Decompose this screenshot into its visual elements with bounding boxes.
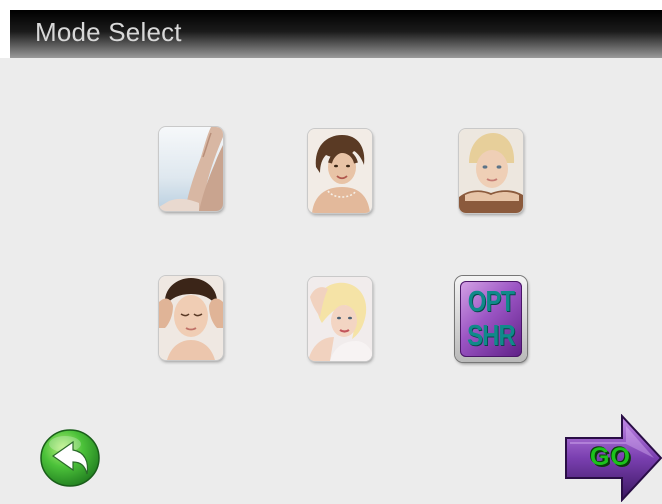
go-arrow-icon [565,414,662,502]
mode-button-legs[interactable] [159,127,223,211]
top-margin [0,0,662,10]
mode-button-blonde[interactable] [308,277,372,361]
blonde-woman-photo-icon [308,277,372,361]
mode-button-opt-shr[interactable]: OPT SHR [455,276,527,362]
mode-button-facial-massage[interactable] [159,276,223,360]
mode-select-screen: Mode Select OPT SHR GO [0,0,662,504]
title-bar: Mode Select [10,10,662,58]
page-title: Mode Select [35,17,182,47]
mode-button-spa-face[interactable] [459,129,523,213]
legs-photo-icon [159,127,223,211]
go-button[interactable] [564,414,662,502]
opt-label: OPT [467,286,515,318]
spa-face-photo-icon [459,129,523,213]
shr-label: SHR [467,320,516,352]
facial-massage-photo-icon [159,276,223,360]
mode-button-portrait[interactable] [308,129,372,213]
left-margin [0,10,10,58]
back-button[interactable] [39,428,101,488]
opt-shr-icon: OPT SHR [460,281,522,357]
woman-portrait-photo-icon [308,129,372,213]
